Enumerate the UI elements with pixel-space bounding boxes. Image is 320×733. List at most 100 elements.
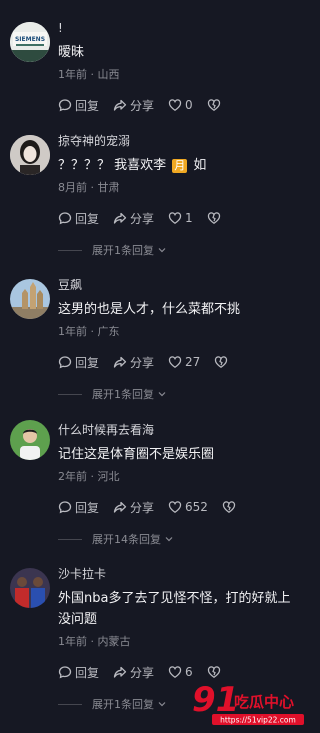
share-label: 分享 — [130, 355, 155, 370]
like-count: 0 — [185, 98, 193, 112]
share-label: 分享 — [130, 211, 155, 226]
comment-username[interactable]: 掠夺神的宠溺 — [58, 133, 320, 149]
dislike-button[interactable] — [207, 211, 224, 225]
like-count: 652 — [185, 500, 208, 514]
share-label: 分享 — [130, 98, 155, 113]
comment-meta: 1年前 · 内蒙古 — [58, 635, 131, 648]
comment-item: SIEMENS ! 暧昧 1年前 · 山西 回复 分享 0 — [0, 20, 320, 114]
reply-label: 回复 — [75, 355, 100, 370]
reply-icon — [58, 99, 72, 112]
dislike-button[interactable] — [207, 98, 224, 112]
expand-replies-label: 展开1条回复 — [92, 244, 154, 257]
comment-username[interactable]: ! — [58, 20, 320, 36]
heart-icon — [168, 501, 182, 513]
chevron-down-icon — [158, 702, 166, 707]
reply-icon — [58, 666, 72, 679]
expand-replies-label: 展开1条回复 — [92, 698, 154, 711]
dislike-button[interactable] — [222, 500, 239, 514]
chevron-down-icon — [165, 537, 173, 542]
heart-icon — [168, 212, 182, 224]
watermark-logo: 91 吃瓜中心 https://51vip22.com — [192, 677, 307, 727]
comment-username[interactable]: 豆飙 — [58, 277, 320, 293]
heart-icon — [168, 666, 182, 678]
share-button[interactable]: 分享 — [113, 354, 154, 371]
share-button[interactable]: 分享 — [113, 499, 154, 516]
avatar[interactable] — [10, 420, 50, 460]
like-count: 27 — [185, 355, 201, 369]
divider — [58, 703, 82, 705]
watermark-url: https://51vip22.com — [220, 716, 296, 725]
comment-text: ？？？？ 我喜欢李 月 如 — [58, 155, 320, 176]
divider — [58, 249, 82, 251]
reply-label: 回复 — [75, 211, 100, 226]
avatar[interactable] — [10, 135, 50, 175]
comment-username[interactable]: 沙卡拉卡 — [58, 566, 320, 582]
share-icon — [113, 99, 127, 111]
reply-icon — [58, 501, 72, 514]
broken-heart-icon — [222, 501, 236, 513]
comment-text: 记住这是体育圈不是娱乐圈 — [58, 447, 215, 462]
avatar-logo-text: SIEMENS — [15, 36, 45, 43]
chevron-down-icon — [158, 392, 166, 397]
like-button[interactable]: 6 — [168, 665, 193, 679]
comment-text: 暧昧 — [58, 45, 85, 60]
comment-meta: 2年前 · 河北 — [58, 470, 120, 483]
like-button[interactable]: 0 — [168, 98, 193, 112]
reply-label: 回复 — [75, 665, 100, 680]
comment-text-part: 如 — [193, 158, 207, 173]
comment-text-part: ？？？？ 我喜欢李 — [58, 158, 167, 173]
share-icon — [113, 501, 127, 513]
share-button[interactable]: 分享 — [113, 210, 154, 227]
heart-icon — [168, 99, 182, 111]
reply-button[interactable]: 回复 — [58, 97, 99, 114]
comment-meta: 8月前 · 甘肃 — [58, 181, 120, 194]
comment-actions: 回复 分享 1 — [58, 209, 320, 227]
watermark-title: 吃瓜中心 — [234, 693, 294, 711]
comment-username[interactable]: 什么时候再去看海 — [58, 422, 320, 438]
share-label: 分享 — [130, 665, 155, 680]
divider — [58, 393, 82, 395]
comment-actions: 回复 分享 27 — [58, 353, 320, 371]
reply-button[interactable]: 回复 — [58, 210, 99, 227]
expand-replies-button[interactable]: 展开14条回复 — [58, 530, 320, 548]
reply-label: 回复 — [75, 98, 100, 113]
reply-button[interactable]: 回复 — [58, 499, 99, 516]
emoji-sticker: 月 — [172, 159, 188, 173]
expand-replies-button[interactable]: 展开1条回复 — [58, 241, 320, 259]
chevron-down-icon — [158, 248, 166, 253]
expand-replies-button[interactable]: 展开1条回复 — [58, 385, 320, 403]
like-button[interactable]: 652 — [168, 500, 208, 514]
share-icon — [113, 212, 127, 224]
reply-button[interactable]: 回复 — [58, 354, 99, 371]
comment-actions: 回复 分享 652 — [58, 498, 320, 516]
expand-replies-label: 展开14条回复 — [92, 533, 161, 546]
broken-heart-icon — [207, 99, 220, 111]
share-button[interactable]: 分享 — [113, 664, 154, 681]
divider — [58, 538, 82, 540]
comment-item: 什么时候再去看海 记住这是体育圈不是娱乐圈 2年前 · 河北 回复 分享 652… — [0, 420, 320, 548]
reply-icon — [58, 212, 72, 225]
comment-text: 外国nba多了去了见怪不怪，打的好就上没问题 — [58, 591, 291, 627]
like-button[interactable]: 27 — [168, 355, 200, 369]
reply-button[interactable]: 回复 — [58, 664, 99, 681]
like-button[interactable]: 1 — [168, 211, 193, 225]
avatar[interactable] — [10, 568, 50, 608]
avatar[interactable]: SIEMENS — [10, 22, 50, 62]
share-icon — [113, 666, 127, 678]
reply-label: 回复 — [75, 500, 100, 515]
comment-meta: 1年前 · 山西 — [58, 68, 120, 81]
share-button[interactable]: 分享 — [113, 97, 154, 114]
dislike-button[interactable] — [214, 355, 231, 369]
comment-meta: 1年前 · 广东 — [58, 325, 120, 338]
share-icon — [113, 356, 127, 368]
comment-text: 这男的也是人才，什么菜都不挑 — [58, 302, 241, 317]
reply-icon — [58, 356, 72, 369]
expand-replies-label: 展开1条回复 — [92, 388, 154, 401]
comment-item: 豆飙 这男的也是人才，什么菜都不挑 1年前 · 广东 回复 分享 27 展开1条… — [0, 277, 320, 403]
comment-item: 掠夺神的宠溺 ？？？？ 我喜欢李 月 如 8月前 · 甘肃 回复 分享 1 展开… — [0, 133, 320, 259]
avatar[interactable] — [10, 279, 50, 319]
like-count: 1 — [185, 211, 193, 225]
comment-actions: 回复 分享 0 — [58, 96, 320, 114]
broken-heart-icon — [215, 356, 228, 368]
share-label: 分享 — [130, 500, 155, 515]
